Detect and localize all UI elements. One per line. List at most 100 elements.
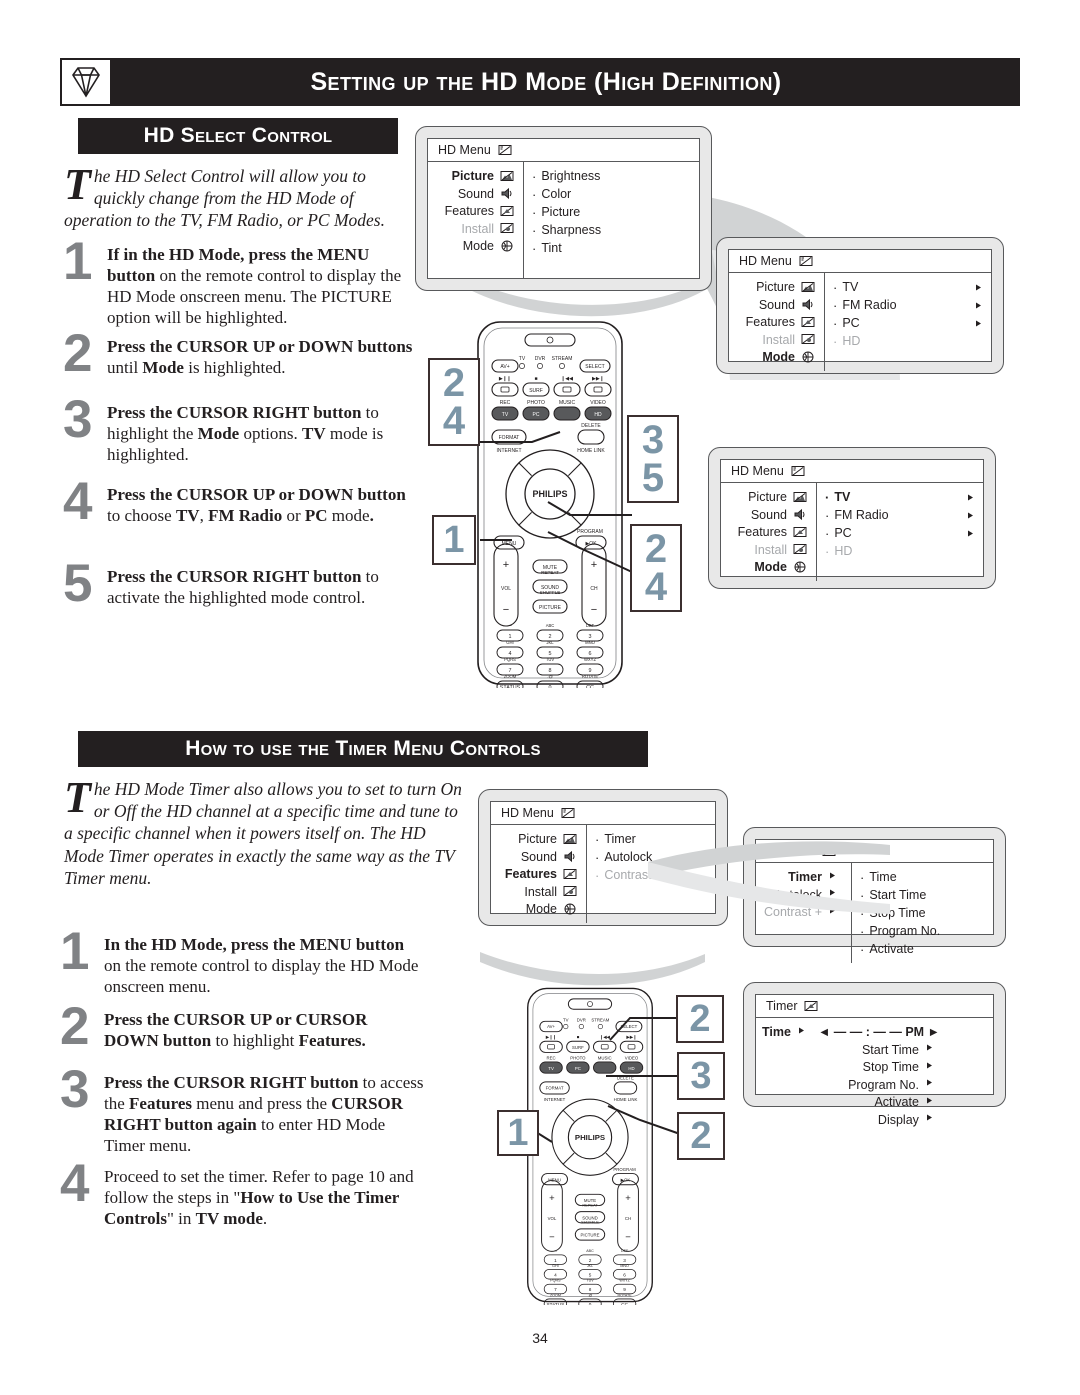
svg-text:PQRS: PQRS bbox=[550, 1279, 561, 1283]
arrow-right-icon bbox=[797, 1026, 812, 1039]
bullet-icon: · bbox=[833, 333, 838, 349]
osd-option-label: FM Radio bbox=[842, 298, 897, 312]
bullet-icon: · bbox=[532, 222, 537, 238]
osd-menu-item[interactable]: Picture bbox=[434, 169, 515, 183]
osd-menu-item[interactable]: Mode bbox=[735, 350, 816, 364]
osd-menu-item-value[interactable]: ◄ — — : — — PM ► bbox=[818, 1025, 940, 1039]
osd-menu-item[interactable]: Sound bbox=[497, 850, 578, 864]
osd-menu-item[interactable]: Features bbox=[727, 525, 808, 539]
osd-option-item[interactable]: · Picture bbox=[532, 205, 691, 219]
osd-option-item[interactable]: · Tint bbox=[532, 241, 691, 255]
svg-text:9: 9 bbox=[623, 1287, 626, 1292]
arrow-right-icon bbox=[966, 529, 975, 538]
sound-icon bbox=[793, 508, 808, 521]
svg-text:ABC: ABC bbox=[546, 623, 555, 628]
callout-box: 2 bbox=[676, 995, 724, 1043]
osd-option-item[interactable]: · Color bbox=[532, 187, 691, 201]
bullet-icon: · bbox=[825, 507, 830, 523]
osd-header: HD Menu bbox=[729, 250, 991, 273]
step-item: 5 Press the CURSOR RIGHT button to activ… bbox=[63, 557, 413, 610]
osd-header-label: HD Menu bbox=[739, 254, 792, 268]
svg-text:+: + bbox=[549, 1193, 555, 1204]
svg-text:6: 6 bbox=[623, 1272, 626, 1277]
osd-menu-item[interactable]: Mode bbox=[434, 239, 515, 253]
osd-option-item[interactable]: · FM Radio bbox=[833, 298, 983, 312]
osd-option-item[interactable]: · FM Radio bbox=[825, 508, 975, 522]
bullet-icon: · bbox=[532, 186, 537, 202]
osd-option-item[interactable]: · PC bbox=[825, 526, 975, 540]
osd-option-label: Tint bbox=[541, 241, 562, 255]
osd-menu-item[interactable]: Mode bbox=[727, 560, 808, 574]
osd-option-item[interactable]: · Brightness bbox=[532, 169, 691, 183]
step-text: Press the CURSOR RIGHT button to highlig… bbox=[107, 403, 384, 464]
osd-menu-item[interactable]: Sound bbox=[434, 187, 515, 201]
osd-menu-item[interactable]: Display bbox=[762, 1113, 940, 1127]
svg-text:SHUFFLE: SHUFFLE bbox=[581, 1220, 599, 1225]
osd-header: HD Menu bbox=[721, 460, 983, 483]
svg-text:4: 4 bbox=[554, 1272, 557, 1277]
osd-menu-item-label: Mode bbox=[462, 239, 494, 253]
osd-left-column: Picture Sound Features Install Mode bbox=[428, 162, 524, 278]
step-number: 3 bbox=[60, 1060, 90, 1119]
osd-menu-item-label: Features bbox=[444, 204, 494, 218]
svg-text:MNO: MNO bbox=[585, 640, 596, 645]
osd-menu-item[interactable]: Features bbox=[497, 867, 578, 881]
svg-text:DEF: DEF bbox=[621, 1249, 629, 1253]
osd-body: Time ◄ — — : — — PM ► Start Time Stop Time P… bbox=[756, 1018, 993, 1134]
osd-menu-item[interactable]: Picture bbox=[497, 832, 578, 846]
sound-icon bbox=[500, 187, 515, 200]
install-icon bbox=[801, 333, 816, 346]
osd-menu-item[interactable]: Install bbox=[497, 885, 578, 899]
features-icon bbox=[793, 526, 808, 539]
osd-menu-item[interactable]: Install bbox=[735, 333, 816, 347]
bullet-icon: · bbox=[532, 168, 537, 184]
svg-text:REPEAT: REPEAT bbox=[582, 1202, 598, 1207]
svg-text:−: − bbox=[549, 1232, 555, 1243]
osd-menu-item[interactable]: Time ◄ — — : — — PM ► bbox=[762, 1025, 940, 1039]
step-item: 4 Proceed to set the timer. Refer to pag… bbox=[60, 1157, 430, 1230]
step-text: In the HD Mode, press the MENU button on… bbox=[104, 935, 419, 996]
osd-menu-item[interactable]: Install bbox=[727, 543, 808, 557]
osd-option-label: TV bbox=[834, 490, 851, 504]
drop-cap: T bbox=[64, 773, 91, 822]
sound-icon bbox=[563, 850, 578, 863]
svg-text:7: 7 bbox=[554, 1287, 557, 1292]
step-text: Proceed to set the timer. Refer to page … bbox=[104, 1167, 414, 1228]
osd-menu-item[interactable]: Stop Time bbox=[762, 1060, 940, 1074]
arrow-right-icon bbox=[974, 283, 983, 292]
svg-text:PQRS: PQRS bbox=[504, 657, 516, 662]
osd-option-item[interactable]: · TV bbox=[825, 490, 975, 504]
step-number: 1 bbox=[63, 232, 93, 291]
osd-body: Picture Sound Features Install Mode · Brightne… bbox=[428, 162, 699, 278]
features-icon bbox=[563, 868, 578, 881]
arrow-right-icon bbox=[925, 1113, 940, 1126]
osd-menu-item[interactable]: Activate bbox=[762, 1095, 940, 1109]
osd-menu-item[interactable]: Install bbox=[434, 222, 515, 236]
osd-menu-item[interactable]: Picture bbox=[735, 280, 816, 294]
osd-option-item[interactable]: · PC bbox=[833, 316, 983, 330]
osd-menu-item[interactable]: Start Time bbox=[762, 1043, 940, 1057]
step-item: 4 Press the CURSOR UP or DOWN button to … bbox=[63, 475, 413, 528]
step-number: 1 bbox=[60, 922, 90, 981]
svg-text:2: 2 bbox=[589, 1258, 592, 1263]
osd-menu-item[interactable]: Features bbox=[434, 204, 515, 218]
osd-menu-item[interactable]: Picture bbox=[727, 490, 808, 504]
osd-option-item[interactable]: · Sharpness bbox=[532, 223, 691, 237]
osd-menu-item-label: Picture bbox=[756, 280, 795, 294]
hd-menu-icon bbox=[791, 465, 806, 478]
osd-left-column: Picture Sound Features Install Mode bbox=[729, 273, 825, 371]
arrow-right-icon bbox=[925, 1043, 940, 1056]
bullet-icon: · bbox=[825, 525, 830, 541]
osd-menu-item[interactable]: Sound bbox=[735, 298, 816, 312]
osd-option-item[interactable]: · HD bbox=[825, 544, 975, 558]
osd-menu-item[interactable]: Mode bbox=[497, 902, 578, 916]
install-icon bbox=[793, 543, 808, 556]
svg-text:JKL: JKL bbox=[546, 640, 554, 645]
osd-menu-item[interactable]: Program No. bbox=[762, 1078, 940, 1092]
osd-menu-item[interactable]: Sound bbox=[727, 508, 808, 522]
svg-text:+: + bbox=[625, 1193, 631, 1204]
osd-option-item[interactable]: · TV bbox=[833, 280, 983, 294]
osd-menu-item[interactable]: Features bbox=[735, 315, 816, 329]
osd-header-label: HD Menu bbox=[438, 143, 491, 157]
osd-option-item[interactable]: · HD bbox=[833, 334, 983, 348]
